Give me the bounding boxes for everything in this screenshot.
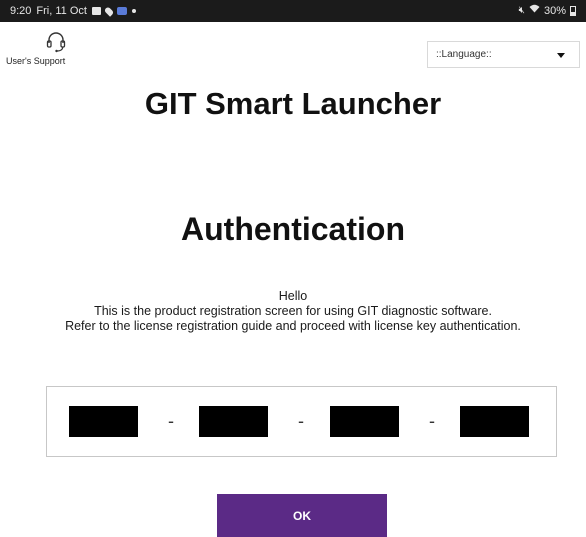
status-bar-left: 9:20 Fri, 11 Oct: [10, 0, 136, 22]
registration-message: Hello This is the product registration s…: [60, 289, 526, 334]
status-bar: 9:20 Fri, 11 Oct 🔇︎ 30%: [0, 0, 586, 22]
license-key-separator: -: [429, 411, 435, 431]
headset-icon: [46, 32, 66, 53]
battery-icon: [570, 6, 576, 16]
app-notification-icon: [116, 7, 127, 15]
users-support-label: User's Support: [6, 56, 66, 66]
authentication-title: Authentication: [181, 211, 405, 247]
users-support-button[interactable]: User's Support: [6, 30, 94, 70]
language-select-value: ::Language::: [436, 49, 492, 60]
license-key-field-1[interactable]: [69, 406, 138, 437]
license-key-box: - - -: [46, 386, 557, 457]
battery-percent: 30%: [543, 5, 566, 17]
message-line-2: This is the product registration screen …: [94, 304, 492, 318]
license-key-separator: -: [168, 411, 174, 431]
auth-screen: 9:20 Fri, 11 Oct 🔇︎ 30% User's Support:…: [0, 0, 586, 537]
message-greeting: Hello: [278, 289, 308, 303]
license-key-field-4[interactable]: [460, 406, 529, 437]
license-key-field-2[interactable]: [199, 406, 268, 437]
mute-icon: 🔇︎: [518, 5, 525, 16]
license-key-field-3[interactable]: [330, 406, 399, 437]
status-date: Fri, 11 Oct: [36, 5, 87, 17]
ok-button[interactable]: OK: [217, 494, 387, 537]
wifi-icon: [529, 0, 540, 22]
gallery-icon: [91, 7, 101, 15]
message-line-3: Refer to the license registration guide …: [65, 319, 521, 333]
chevron-down-icon: [557, 53, 565, 58]
dot-icon: [131, 9, 136, 13]
status-time: 9:20: [10, 5, 32, 17]
location-pin-icon: [103, 5, 115, 17]
license-key-separator: -: [298, 411, 304, 431]
status-bar-right: 🔇︎ 30%: [519, 0, 576, 22]
app-title: GIT Smart Launcher: [144, 86, 442, 121]
language-select[interactable]: ::Language::: [427, 41, 580, 68]
